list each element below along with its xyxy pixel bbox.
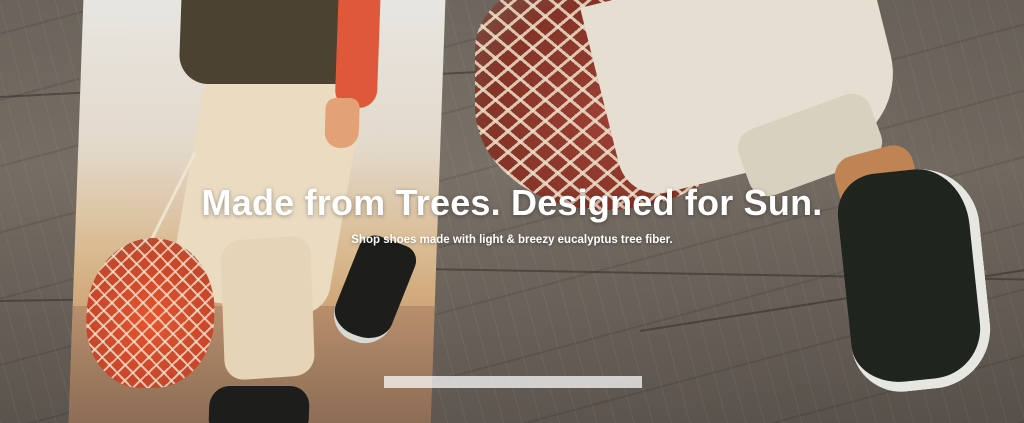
hero-headline: Made from Trees. Designed for Sun.	[201, 182, 823, 223]
mesh-bag-image	[83, 238, 218, 388]
sneaker-image	[208, 386, 310, 423]
hero-banner[interactable]: Made from Trees. Designed for Sun. Shop …	[0, 0, 1024, 423]
hero-subheadline[interactable]: Shop shoes made with light & breezy euca…	[0, 234, 1024, 246]
light-glare	[384, 376, 642, 388]
